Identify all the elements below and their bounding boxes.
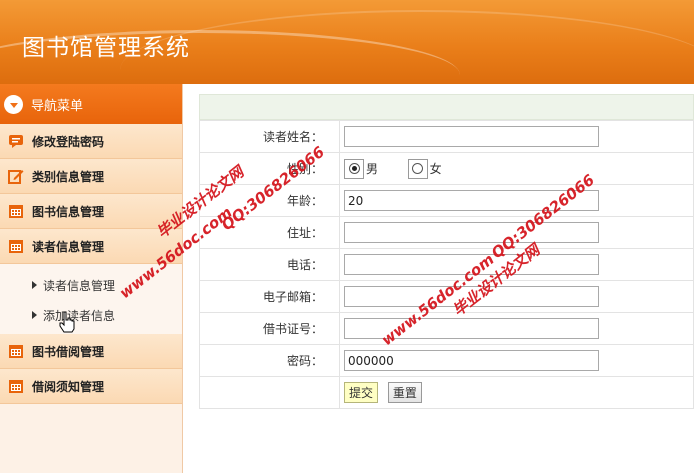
sidebar-item-label: 图书借阅管理: [32, 344, 105, 359]
header-decoration: [120, 10, 694, 84]
chevron-down-icon: [4, 94, 23, 114]
sidebar-item-label: 借阅须知管理: [32, 379, 105, 394]
content-title-bar: [199, 94, 694, 120]
name-input[interactable]: [344, 126, 599, 147]
nav-menu-header[interactable]: 导航菜单: [0, 84, 182, 124]
gender-male-label: 男: [366, 162, 379, 176]
password-label: 密码：: [199, 344, 340, 377]
add-reader-form: 读者姓名： 性别： 男 女 年龄： 20 住址： 电话： 电子邮箱： 借书证号：…: [199, 120, 694, 409]
gender-male-radio[interactable]: [348, 163, 360, 174]
form-row: 密码： 000000: [199, 344, 694, 377]
email-label: 电子邮箱：: [199, 280, 340, 313]
main-content: 读者姓名： 性别： 男 女 年龄： 20 住址： 电话： 电子邮箱： 借书证号：…: [199, 94, 694, 409]
calendar-icon: [9, 345, 23, 358]
library-card-label: 借书证号：: [199, 312, 340, 345]
hand-cursor-icon: [59, 311, 75, 333]
app-header: 图书馆管理系统: [0, 0, 694, 84]
submit-button[interactable]: 提交: [344, 382, 379, 403]
submenu-item-add-reader[interactable]: 添加读者信息: [0, 300, 182, 330]
form-row: 住址：: [199, 216, 694, 249]
sidebar-item-borrow-management[interactable]: 图书借阅管理: [0, 334, 182, 369]
form-row: 提交 重置: [199, 376, 694, 409]
sidebar-item-change-password[interactable]: 修改登陆密码: [0, 124, 182, 159]
gender-female-label: 女: [429, 162, 442, 176]
speech-bubble-icon: [9, 135, 23, 148]
sidebar-item-label: 修改登陆密码: [32, 134, 105, 149]
sidebar-item-label: 图书信息管理: [32, 204, 105, 219]
gender-male-option[interactable]: 男: [344, 158, 379, 179]
sidebar-item-category-management[interactable]: 类别信息管理: [0, 159, 182, 194]
form-row: 电话：: [199, 248, 694, 281]
sidebar-item-label: 读者信息管理: [32, 239, 105, 254]
form-row: 借书证号：: [199, 312, 694, 345]
phone-label: 电话：: [199, 248, 340, 281]
sidebar-item-label: 类别信息管理: [32, 169, 105, 184]
reset-button[interactable]: 重置: [387, 382, 422, 403]
form-row: 读者姓名：: [199, 120, 694, 153]
gender-female-radio[interactable]: [412, 163, 424, 174]
triangle-right-icon: [32, 311, 37, 319]
app-title: 图书馆管理系统: [22, 35, 190, 61]
triangle-right-icon: [32, 281, 37, 289]
submenu-item-label: 添加读者信息: [43, 308, 116, 323]
calendar-icon: [9, 205, 23, 218]
edit-icon: [8, 170, 24, 184]
address-input[interactable]: [344, 222, 599, 243]
password-input[interactable]: 000000: [344, 350, 599, 371]
submenu-item-label: 读者信息管理: [43, 278, 116, 293]
nav-menu-title: 导航菜单: [31, 98, 84, 114]
calendar-icon: [9, 380, 23, 393]
gender-female-option[interactable]: 女: [407, 158, 442, 179]
calendar-icon: [9, 240, 23, 253]
sidebar-item-borrow-notice[interactable]: 借阅须知管理: [0, 369, 182, 404]
